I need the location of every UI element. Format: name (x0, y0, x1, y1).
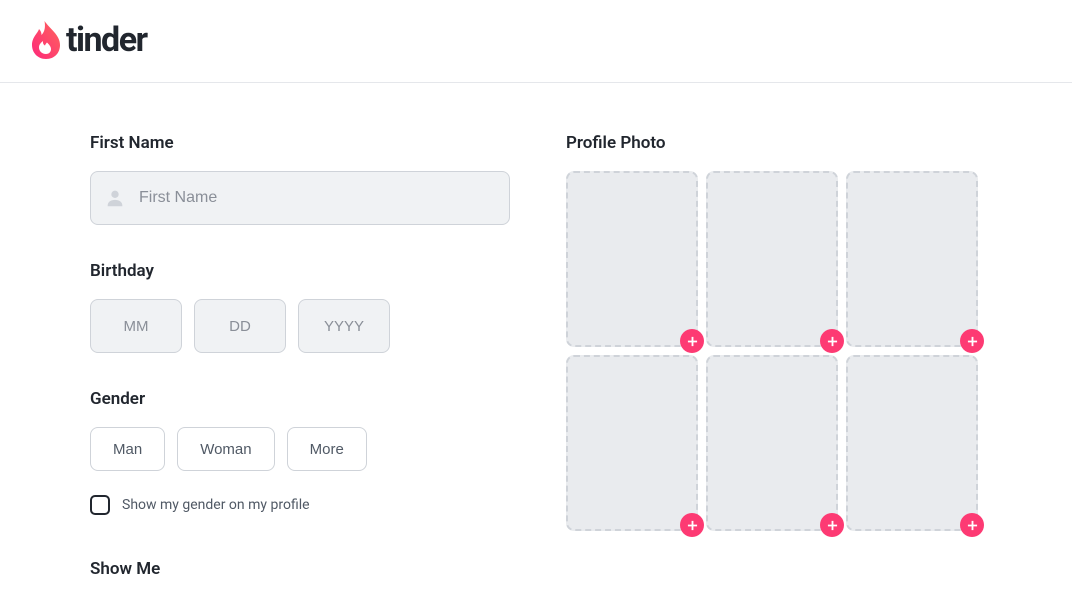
logo-text: tinder (66, 20, 147, 60)
show-me-label: Show Me (90, 559, 510, 579)
birthday-month-input[interactable] (90, 299, 182, 353)
add-photo-button[interactable] (960, 329, 984, 353)
plus-icon (827, 336, 838, 347)
plus-icon (827, 520, 838, 531)
first-name-field-wrap (90, 171, 510, 225)
add-photo-button[interactable] (820, 513, 844, 537)
person-icon (104, 187, 126, 209)
logo[interactable]: tinder (28, 20, 1044, 60)
form-container: First Name Birthday Gender Man Woman Mor… (0, 83, 1072, 597)
first-name-label: First Name (90, 133, 510, 153)
gender-option-more[interactable]: More (287, 427, 367, 471)
first-name-input[interactable] (90, 171, 510, 225)
birthday-label: Birthday (90, 261, 510, 281)
photo-slot[interactable] (706, 171, 838, 347)
left-column: First Name Birthday Gender Man Woman Mor… (90, 133, 510, 597)
photo-slot[interactable] (846, 171, 978, 347)
show-gender-label: Show my gender on my profile (122, 497, 310, 513)
birthday-day-input[interactable] (194, 299, 286, 353)
plus-icon (967, 520, 978, 531)
show-gender-row: Show my gender on my profile (90, 495, 510, 515)
photo-grid (566, 171, 986, 531)
profile-photo-label: Profile Photo (566, 133, 986, 153)
birthday-year-input[interactable] (298, 299, 390, 353)
gender-option-man[interactable]: Man (90, 427, 165, 471)
photo-slot[interactable] (846, 355, 978, 531)
plus-icon (967, 336, 978, 347)
show-gender-checkbox[interactable] (90, 495, 110, 515)
add-photo-button[interactable] (960, 513, 984, 537)
photo-slot[interactable] (706, 355, 838, 531)
photo-slot[interactable] (566, 171, 698, 347)
add-photo-button[interactable] (680, 329, 704, 353)
gender-row: Man Woman More (90, 427, 510, 471)
birthday-row (90, 299, 510, 353)
flame-icon (28, 21, 60, 59)
gender-option-woman[interactable]: Woman (177, 427, 274, 471)
header: tinder (0, 0, 1072, 83)
photo-slot[interactable] (566, 355, 698, 531)
plus-icon (687, 336, 698, 347)
add-photo-button[interactable] (820, 329, 844, 353)
add-photo-button[interactable] (680, 513, 704, 537)
plus-icon (687, 520, 698, 531)
right-column: Profile Photo (566, 133, 986, 597)
gender-label: Gender (90, 389, 510, 409)
